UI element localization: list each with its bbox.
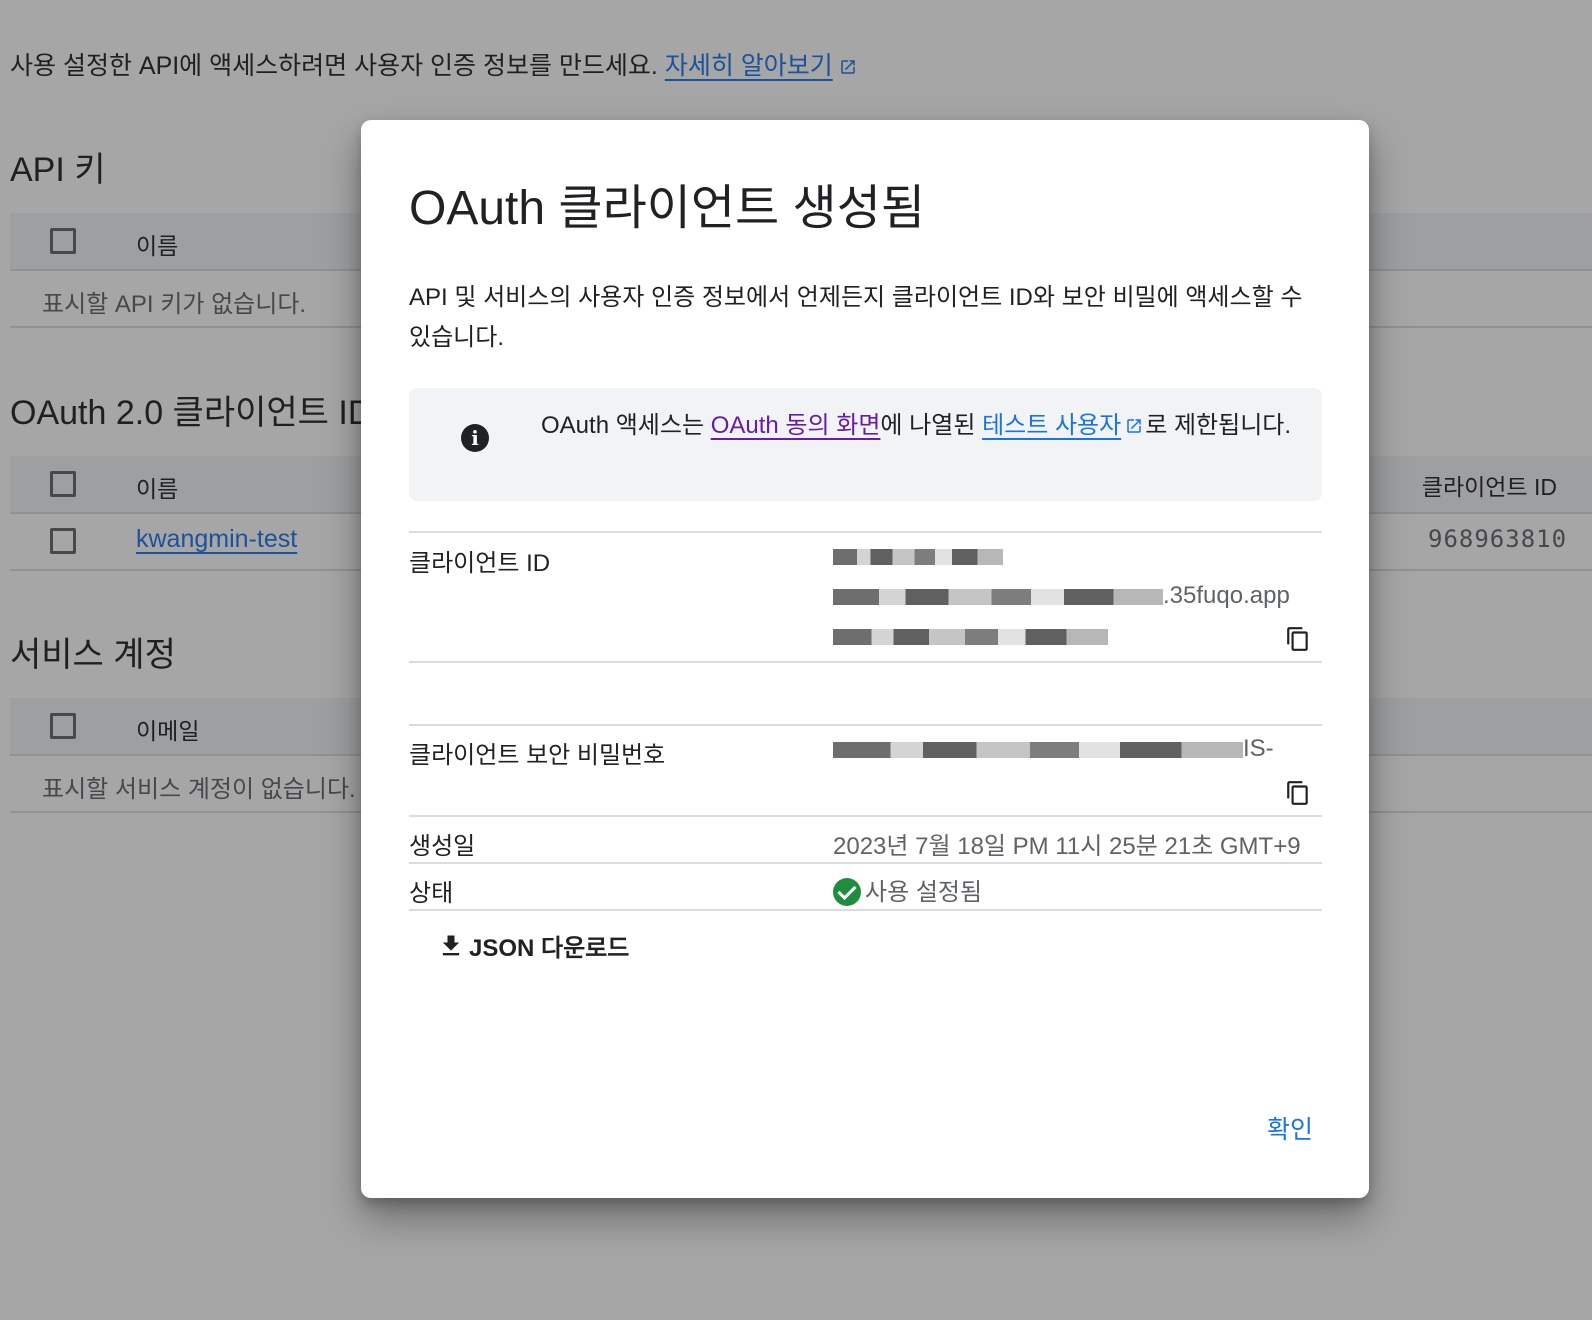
client-secret-label: 클라이언트 보안 비밀번호 (409, 742, 666, 769)
redacted-text (833, 741, 1243, 758)
status-label: 상태 (409, 880, 454, 907)
client-id-label: 클라이언트 ID (409, 550, 551, 577)
redacted-text (833, 588, 1163, 605)
divider (409, 862, 1322, 864)
client-id-value: .35fuqo.app (833, 542, 1313, 662)
check-circle-icon (833, 878, 861, 906)
download-json-label: JSON 다운로드 (469, 935, 630, 962)
divider (409, 531, 1322, 533)
confirm-button[interactable]: 확인 (1267, 1110, 1313, 1146)
notice-text: OAuth 액세스는 OAuth 동의 화면에 나열된 테스트 사용자 로 제한됩… (541, 406, 1301, 446)
divider (409, 661, 1322, 663)
created-label: 생성일 (409, 833, 476, 860)
client-id-fragment: .35fuqo.app (1163, 582, 1290, 609)
status-value: 사용 설정됨 (833, 872, 982, 907)
consent-screen-link[interactable]: OAuth 동의 화면 (711, 412, 881, 439)
notice-text-after: 로 제한됩니다. (1145, 412, 1292, 439)
test-users-notice: i OAuth 액세스는 OAuth 동의 화면에 나열된 테스트 사용자 로 제… (409, 388, 1322, 501)
created-value: 2023년 7월 18일 PM 11시 25분 21초 GMT+9 (833, 833, 1301, 860)
download-icon (442, 935, 460, 955)
dialog-description: API 및 서비스의 사용자 인증 정보에서 언제든지 클라이언트 ID와 보안… (409, 284, 1303, 351)
redacted-text (833, 548, 1003, 565)
copy-client-secret-icon[interactable] (1285, 779, 1311, 807)
external-link-icon (1127, 419, 1141, 433)
download-json-button[interactable]: JSON 다운로드 (437, 928, 629, 963)
copy-client-id-icon[interactable] (1285, 625, 1311, 653)
test-users-link[interactable]: 테스트 사용자 (982, 412, 1121, 439)
notice-text-before: OAuth 액세스는 (541, 412, 711, 439)
divider (409, 815, 1322, 817)
client-secret-fragment: IS- (1243, 735, 1274, 762)
info-icon: i (461, 424, 489, 452)
oauth-client-created-dialog: OAuth 클라이언트 생성됨 API 및 서비스의 사용자 인증 정보에서 언… (361, 120, 1369, 1198)
client-secret-value: IS- (833, 735, 1274, 763)
status-text: 사용 설정됨 (865, 879, 983, 906)
divider (409, 909, 1322, 911)
divider (409, 724, 1322, 726)
redacted-text (833, 628, 1108, 645)
notice-text-middle: 에 나열된 (880, 412, 983, 439)
dialog-title: OAuth 클라이언트 생성됨 (409, 182, 926, 235)
